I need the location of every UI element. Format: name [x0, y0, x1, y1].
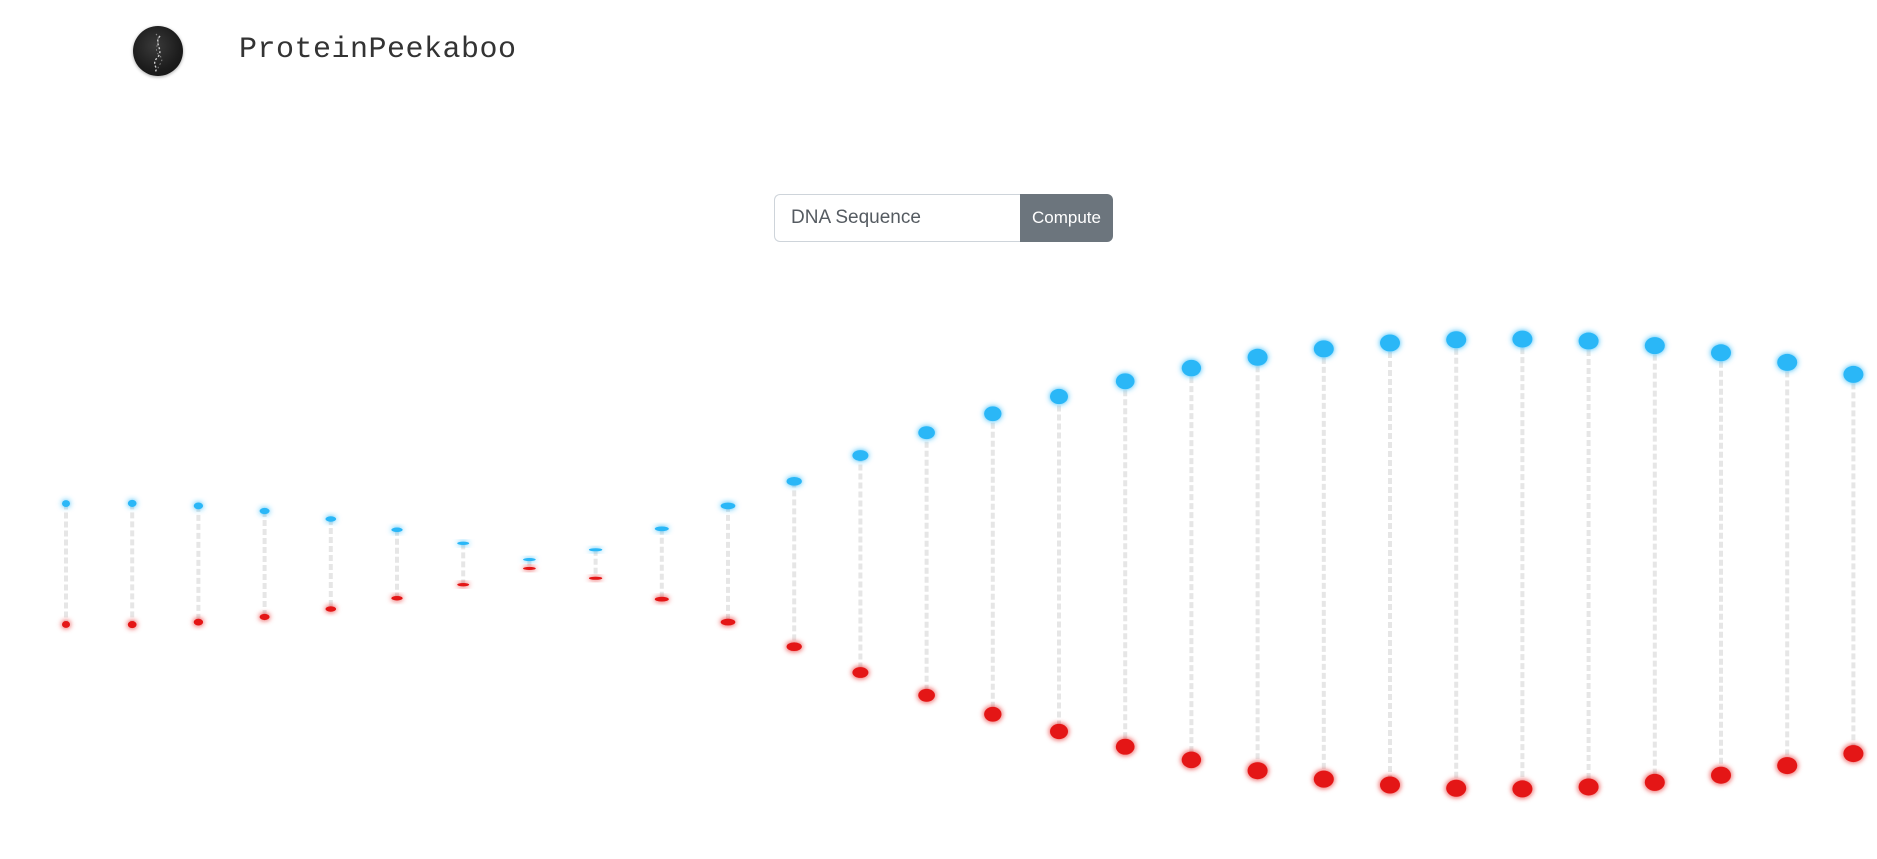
helix-node-red	[1777, 757, 1798, 775]
helix-node-blue	[1711, 344, 1731, 362]
helix-base-pair	[1843, 365, 1864, 763]
helix-node-blue	[1313, 340, 1334, 358]
helix-base-pair	[193, 502, 204, 626]
helix-node-blue	[1247, 348, 1268, 366]
helix-base-pair	[1181, 359, 1202, 769]
helix-base-pair	[918, 426, 935, 702]
helix-node-red	[193, 618, 204, 626]
helix-node-blue	[852, 450, 869, 461]
helix-node-blue	[391, 527, 403, 533]
helix-node-red	[391, 595, 403, 601]
helix-node-red	[1247, 762, 1268, 780]
helix-node-red	[1380, 776, 1400, 794]
helix-node-red	[786, 642, 802, 652]
helix-node-red	[1711, 766, 1731, 784]
helix-node-red	[588, 576, 603, 580]
helix-node-red	[1050, 723, 1068, 740]
helix-base-pair	[61, 500, 71, 628]
helix-node-blue	[1843, 365, 1864, 383]
helix-node-blue	[62, 500, 70, 507]
helix-base-pair	[1313, 340, 1334, 788]
helix-base-pair	[1380, 334, 1400, 794]
helix-base-pair	[720, 502, 736, 626]
helix-node-blue	[127, 499, 137, 507]
helix-node-blue	[1777, 353, 1798, 371]
helix-node-blue	[1115, 373, 1135, 390]
helix-base-pair	[1578, 332, 1599, 796]
helix-base-pair	[1711, 344, 1731, 784]
helix-node-red	[852, 667, 869, 678]
helix-node-blue	[1050, 388, 1068, 405]
helix-base-pair	[1644, 337, 1665, 791]
helix-base-pair	[1777, 353, 1798, 775]
helix-node-red	[1512, 780, 1533, 798]
helix-node-blue	[457, 541, 470, 546]
helix-node-blue	[325, 516, 337, 522]
helix-node-blue	[1380, 334, 1400, 352]
helix-base-pair	[1115, 373, 1135, 755]
dna-helix-animation	[61, 330, 1864, 798]
helix-node-red	[325, 606, 337, 612]
helix-node-red	[1446, 779, 1467, 797]
helix-base-pair	[1512, 330, 1533, 798]
helix-node-blue	[1512, 330, 1533, 348]
helix-node-red	[1578, 778, 1599, 796]
helix-base-pair	[457, 541, 470, 587]
helix-base-pair	[786, 476, 802, 652]
helix-node-blue	[193, 502, 204, 510]
helix-node-red	[654, 596, 669, 602]
helix-base-pair	[852, 450, 869, 678]
page: ProteinPeekaboo Compute	[0, 0, 1877, 859]
helix-node-red	[1644, 773, 1665, 791]
helix-base-pair	[588, 548, 603, 580]
helix-node-blue	[259, 507, 270, 515]
helix-node-blue	[588, 548, 603, 552]
helix-base-pair	[391, 527, 403, 601]
helix-node-red	[523, 566, 536, 570]
helix-node-blue	[1644, 337, 1665, 355]
helix-base-pair	[1050, 388, 1068, 740]
helix-node-red	[1313, 770, 1334, 788]
helix-base-pair	[984, 406, 1002, 722]
helix-base-pair	[1446, 331, 1467, 797]
helix-node-blue	[654, 526, 669, 532]
helix-node-blue	[1446, 331, 1467, 349]
helix-node-blue	[1181, 359, 1202, 377]
helix-node-blue	[1578, 332, 1599, 350]
helix-node-red	[62, 621, 70, 628]
helix-node-blue	[786, 476, 802, 486]
helix-base-pair	[127, 499, 137, 629]
helix-node-red	[127, 621, 137, 629]
helix-node-blue	[720, 502, 736, 510]
helix-node-blue	[523, 558, 536, 562]
helix-node-red	[1181, 751, 1202, 769]
helix-base-pair	[259, 507, 270, 621]
helix-base-pair	[523, 558, 536, 570]
helix-node-blue	[984, 406, 1002, 422]
helix-node-red	[918, 688, 935, 702]
helix-base-pair	[654, 526, 669, 602]
helix-node-red	[457, 582, 470, 587]
helix-base-pair	[325, 516, 337, 612]
helix-base-pair	[1247, 348, 1268, 780]
helix-node-red	[1115, 738, 1135, 755]
helix-node-blue	[918, 426, 935, 440]
helix-node-red	[259, 613, 270, 621]
helix-node-red	[720, 618, 736, 626]
helix-node-red	[984, 706, 1002, 722]
helix-node-red	[1843, 745, 1864, 763]
